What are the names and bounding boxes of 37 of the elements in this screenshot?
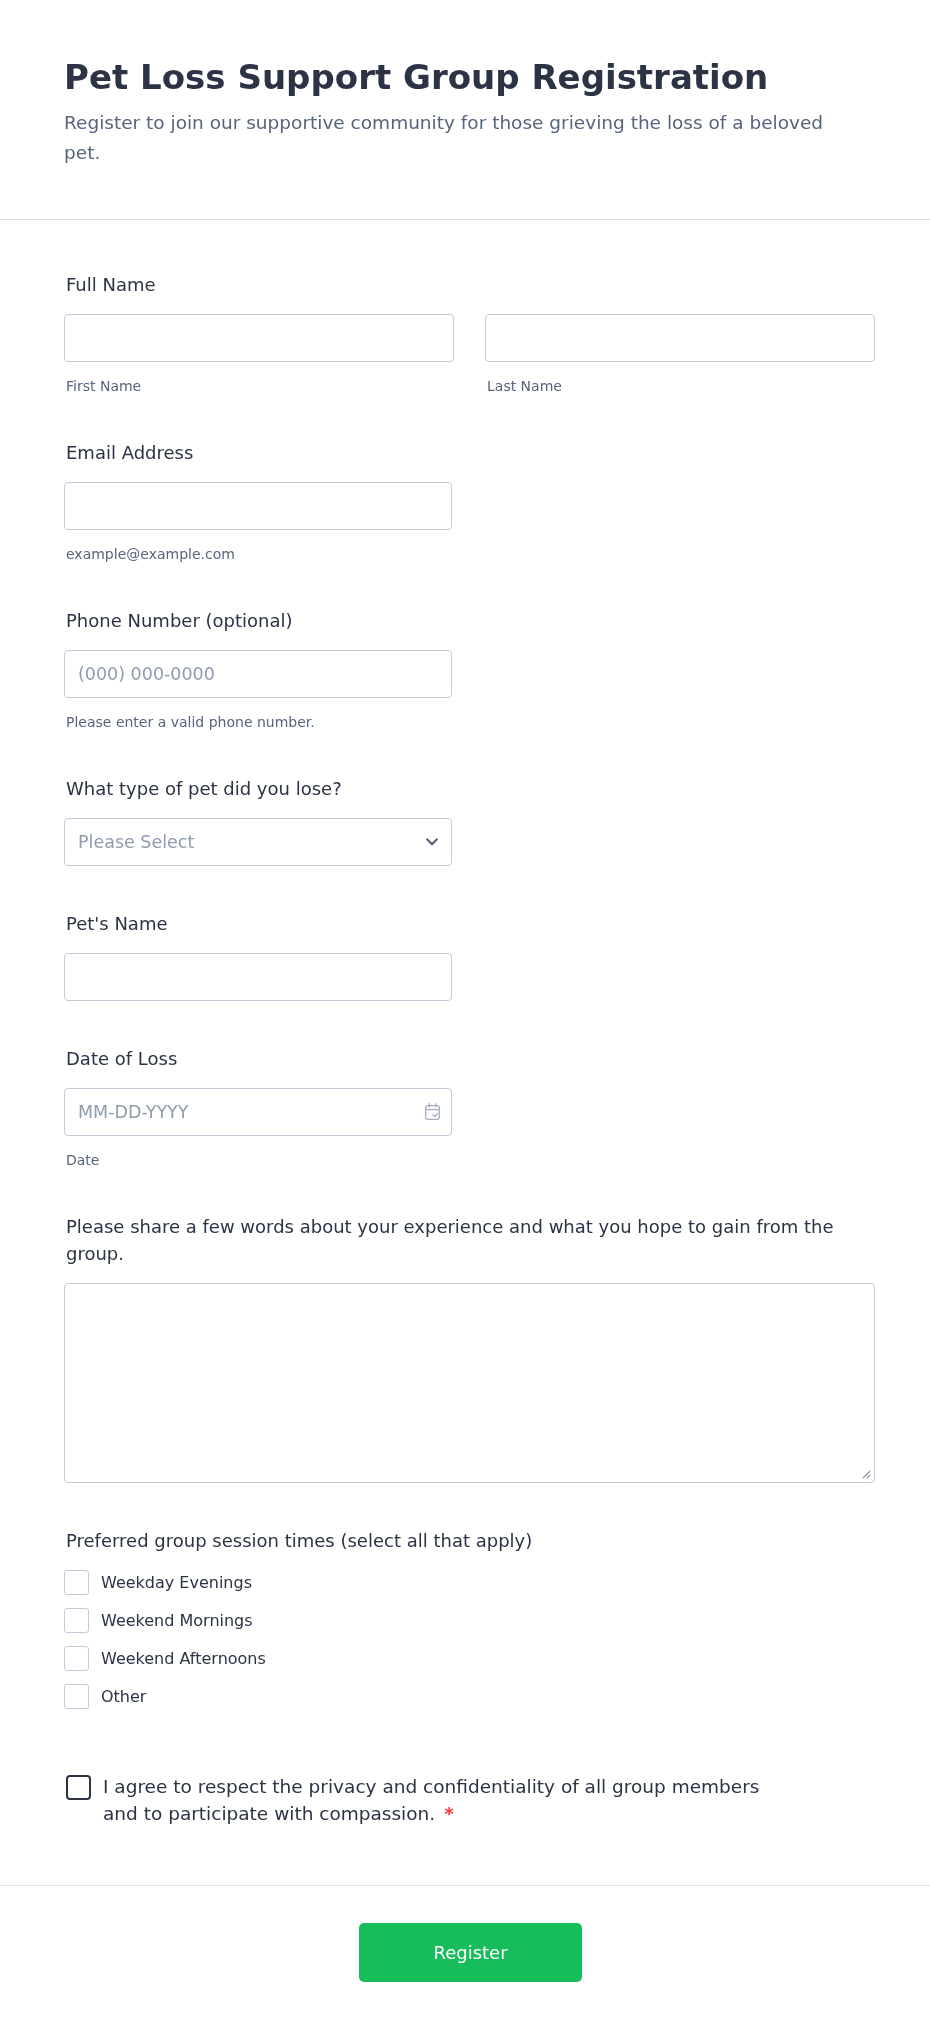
textarea-field[interactable]	[64, 1283, 875, 1483]
caret-icon	[426, 838, 438, 846]
input-field[interactable]	[485, 314, 875, 362]
checkbox[interactable]	[64, 1608, 89, 1633]
checkbox[interactable]	[64, 1570, 89, 1595]
field-label: Please share a few words about your experience and what you hope to gain from the group.	[65, 1215, 835, 1266]
input-field[interactable]	[64, 953, 452, 1001]
checkbox-label: Weekday Evenings	[101, 1571, 252, 1594]
dropdown[interactable]: Please Select	[64, 818, 452, 866]
field-label: Full Name	[65, 273, 156, 297]
input-field[interactable]	[64, 314, 454, 362]
checkbox-label: Weekend Mornings	[101, 1609, 253, 1632]
field-sublabel: example@example.com	[65, 545, 235, 563]
form-title: Pet Loss Support Group Registration	[64, 57, 770, 98]
checkbox-label: Other	[101, 1685, 147, 1708]
agreement-text: I agree to respect the privacy and confidentiality of all group members and to participate with compassion. *	[103, 1775, 761, 1826]
agreement-checkbox[interactable]	[66, 1775, 91, 1800]
date-field[interactable]: MM-DD-YYYY	[64, 1088, 452, 1136]
resize-grip-icon[interactable]	[862, 1470, 871, 1479]
checkbox-label: Weekend Afternoons	[101, 1647, 266, 1670]
field-label: Email Address	[65, 441, 194, 465]
register-button[interactable]: Register	[359, 1923, 582, 1982]
field-sublabel: Date	[65, 1151, 100, 1169]
field-label: Phone Number (optional)	[65, 609, 293, 633]
checkbox[interactable]	[64, 1646, 89, 1671]
field-label: Date of Loss	[65, 1047, 178, 1071]
calendar-icon[interactable]	[425, 1103, 440, 1120]
field-sublabel: Last Name	[486, 377, 562, 395]
checkbox[interactable]	[64, 1684, 89, 1709]
input-field[interactable]	[64, 482, 452, 530]
field-label: What type of pet did you lose?	[65, 777, 342, 801]
field-label: Pet's Name	[65, 912, 168, 936]
field-label: Preferred group session times (select all that apply)	[65, 1529, 533, 1553]
field-sublabel: Please enter a valid phone number.	[65, 713, 315, 731]
input-field[interactable]: (000) 000-0000	[64, 650, 452, 698]
form-subtitle: Register to join our supportive community for those grieving the loss of a beloved pet.	[64, 111, 825, 165]
field-sublabel: First Name	[65, 377, 142, 395]
